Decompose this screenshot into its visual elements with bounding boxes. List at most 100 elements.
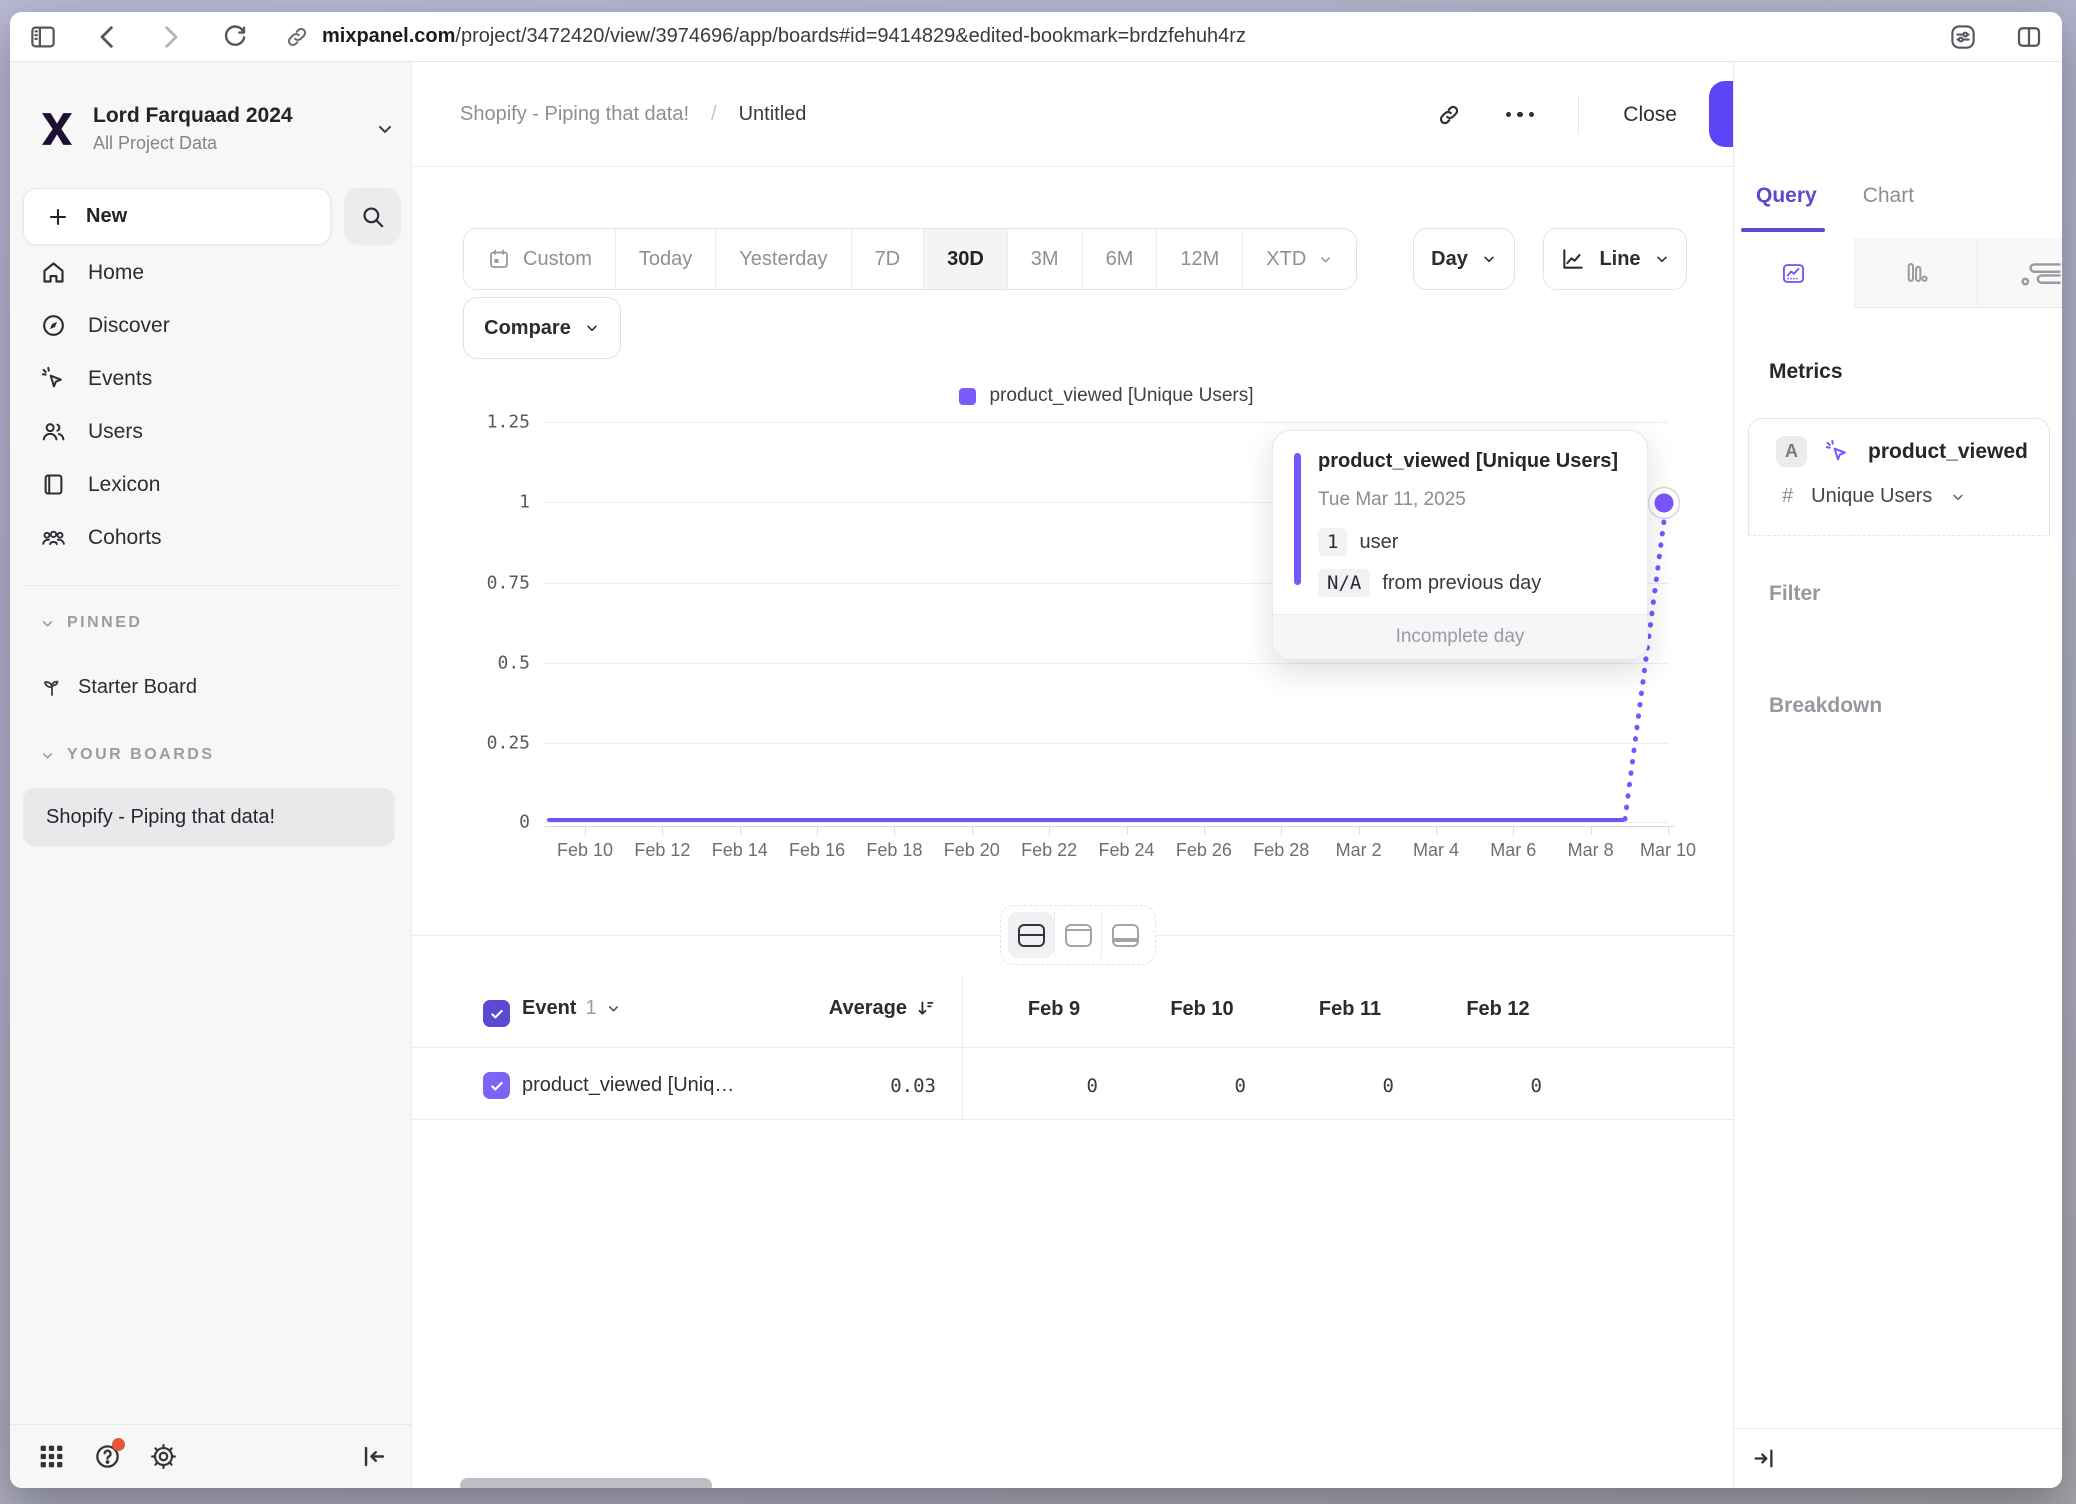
new-button[interactable]: New: [23, 188, 331, 245]
filter-section-header[interactable]: Filter: [1769, 582, 1820, 606]
x-axis-tick-label: Mar 4: [1413, 840, 1459, 861]
event-column-header[interactable]: Event 1: [522, 997, 621, 1020]
sidebar-item-starter-board[interactable]: Starter Board: [10, 662, 411, 712]
layout-chart-only-button[interactable]: [1055, 912, 1101, 958]
range-custom[interactable]: Custom: [464, 229, 615, 289]
breakdown-section-header[interactable]: Breakdown: [1769, 694, 1882, 718]
row-event-name[interactable]: product_viewed [Uniq…: [522, 1074, 734, 1097]
sidebar-item-label: Cohorts: [88, 526, 162, 550]
column-header-feb11[interactable]: Feb 11: [1276, 998, 1424, 1021]
chevron-down-icon: [1318, 252, 1333, 267]
breadcrumb-board[interactable]: Shopify - Piping that data!: [460, 103, 689, 126]
sidebar-item-discover[interactable]: Discover: [10, 299, 411, 352]
column-header-feb9[interactable]: Feb 9: [980, 998, 1128, 1021]
sidebar-item-users[interactable]: Users: [10, 405, 411, 458]
row-average-value: 0.03: [712, 1075, 936, 1097]
range-xtd[interactable]: XTD: [1242, 229, 1356, 289]
x-axis-tick-label: Mar 8: [1568, 840, 1614, 861]
chart-type-dropdown[interactable]: Line: [1543, 228, 1687, 290]
layout-table-only-button[interactable]: [1102, 912, 1148, 958]
compare-dropdown[interactable]: Compare: [463, 297, 621, 359]
pinned-section-header[interactable]: PINNED: [10, 614, 142, 632]
collapse-sidebar-icon[interactable]: [360, 1442, 389, 1471]
range-label: 6M: [1106, 248, 1134, 271]
range-label: XTD: [1266, 248, 1306, 271]
help-button[interactable]: [93, 1442, 122, 1471]
range-6m[interactable]: 6M: [1082, 229, 1157, 289]
average-column-header[interactable]: Average: [712, 997, 936, 1020]
apps-grid-button[interactable]: [37, 1442, 66, 1471]
row-checkbox[interactable]: [483, 1072, 510, 1099]
sidebar-item-active-board[interactable]: Shopify - Piping that data!: [23, 788, 395, 846]
browser-customize-icon[interactable]: [1948, 22, 1978, 52]
granularity-dropdown[interactable]: Day: [1413, 228, 1515, 290]
layout-split-button[interactable]: [1008, 912, 1054, 958]
horizontal-scrollbar[interactable]: [460, 1478, 712, 1488]
series-line: [547, 818, 1625, 822]
funnels-tab[interactable]: [1855, 238, 1978, 308]
notification-dot: [112, 1438, 125, 1451]
x-axis-tick-label: Feb 24: [1098, 840, 1154, 861]
sidebar-item-cohorts[interactable]: Cohorts: [10, 511, 411, 564]
sidebar-item-lexicon[interactable]: Lexicon: [10, 458, 411, 511]
range-label: Custom: [523, 248, 592, 271]
close-button[interactable]: Close: [1623, 103, 1677, 127]
row-value-feb12: 0: [1424, 1075, 1542, 1097]
chart-legend[interactable]: product_viewed [Unique Users]: [545, 385, 1668, 407]
breadcrumb-page[interactable]: Untitled: [739, 103, 807, 126]
analysis-type-tabs: [1734, 238, 2062, 308]
tab-chart[interactable]: Chart: [1863, 184, 1914, 208]
range-label: 7D: [875, 248, 901, 271]
select-all-checkbox[interactable]: [483, 1000, 510, 1027]
event-header-label: Event: [522, 997, 576, 1020]
tab-query[interactable]: Query: [1756, 184, 1817, 208]
users-icon: [40, 418, 67, 445]
chevron-down-icon: [606, 1001, 621, 1016]
range-3m[interactable]: 3M: [1007, 229, 1082, 289]
table-row-border: [412, 1119, 1733, 1120]
granularity-label: Day: [1431, 248, 1468, 271]
settings-button[interactable]: [149, 1442, 178, 1471]
column-header-feb10[interactable]: Feb 10: [1128, 998, 1276, 1021]
range-30d-selected[interactable]: 30D: [923, 229, 1007, 289]
board-header: Shopify - Piping that data! / Untitled C…: [412, 62, 1733, 167]
more-icon[interactable]: [1506, 112, 1535, 118]
metric-card[interactable]: A product_viewed # Unique Users: [1748, 418, 2050, 536]
range-yesterday[interactable]: Yesterday: [715, 229, 850, 289]
project-switcher[interactable]: Lord Farquaad 2024 All Project Data: [37, 104, 395, 154]
your-boards-section-header[interactable]: YOUR BOARDS: [10, 746, 215, 764]
back-icon[interactable]: [92, 22, 122, 52]
chevron-down-icon: [40, 616, 55, 631]
range-label: Yesterday: [739, 248, 827, 271]
reload-icon[interactable]: [220, 22, 250, 52]
x-axis-tick: [817, 826, 818, 835]
data-point[interactable]: [1655, 494, 1674, 513]
metric-aggregation[interactable]: # Unique Users: [1782, 485, 1966, 508]
flows-tab[interactable]: [1978, 238, 2062, 308]
sidebar-item-events[interactable]: Events: [10, 352, 411, 405]
sidebar-item-home[interactable]: Home: [10, 246, 411, 299]
legend-label: product_viewed [Unique Users]: [989, 385, 1253, 407]
sidebar-item-label: Discover: [88, 314, 170, 338]
active-tab-underline: [1741, 228, 1825, 232]
metric-event-name: product_viewed: [1868, 440, 2028, 464]
x-axis-tick: [1436, 826, 1437, 835]
range-12m[interactable]: 12M: [1156, 229, 1242, 289]
search-button[interactable]: [344, 188, 401, 245]
copy-link-icon[interactable]: [1436, 102, 1462, 128]
insights-tab-active[interactable]: [1734, 238, 1855, 308]
tooltip-series-bar: [1294, 453, 1301, 585]
save-button-edge[interactable]: [1709, 81, 1733, 147]
url-path: /project/3472420/view/3974696/app/boards…: [455, 25, 1246, 47]
split-view-icon[interactable]: [2014, 22, 2044, 52]
gridline: [545, 743, 1668, 744]
collapse-panel-icon[interactable]: [1750, 1445, 1777, 1472]
sort-icon: [915, 998, 936, 1019]
sidebar-item-label: Events: [88, 367, 152, 391]
gridline: [545, 663, 1668, 664]
range-7d[interactable]: 7D: [851, 229, 924, 289]
url-bar[interactable]: mixpanel.com/project/3472420/view/397469…: [322, 25, 1246, 48]
range-today[interactable]: Today: [615, 229, 715, 289]
column-header-feb12[interactable]: Feb 12: [1424, 998, 1572, 1021]
browser-sidebar-toggle-icon[interactable]: [28, 22, 58, 52]
